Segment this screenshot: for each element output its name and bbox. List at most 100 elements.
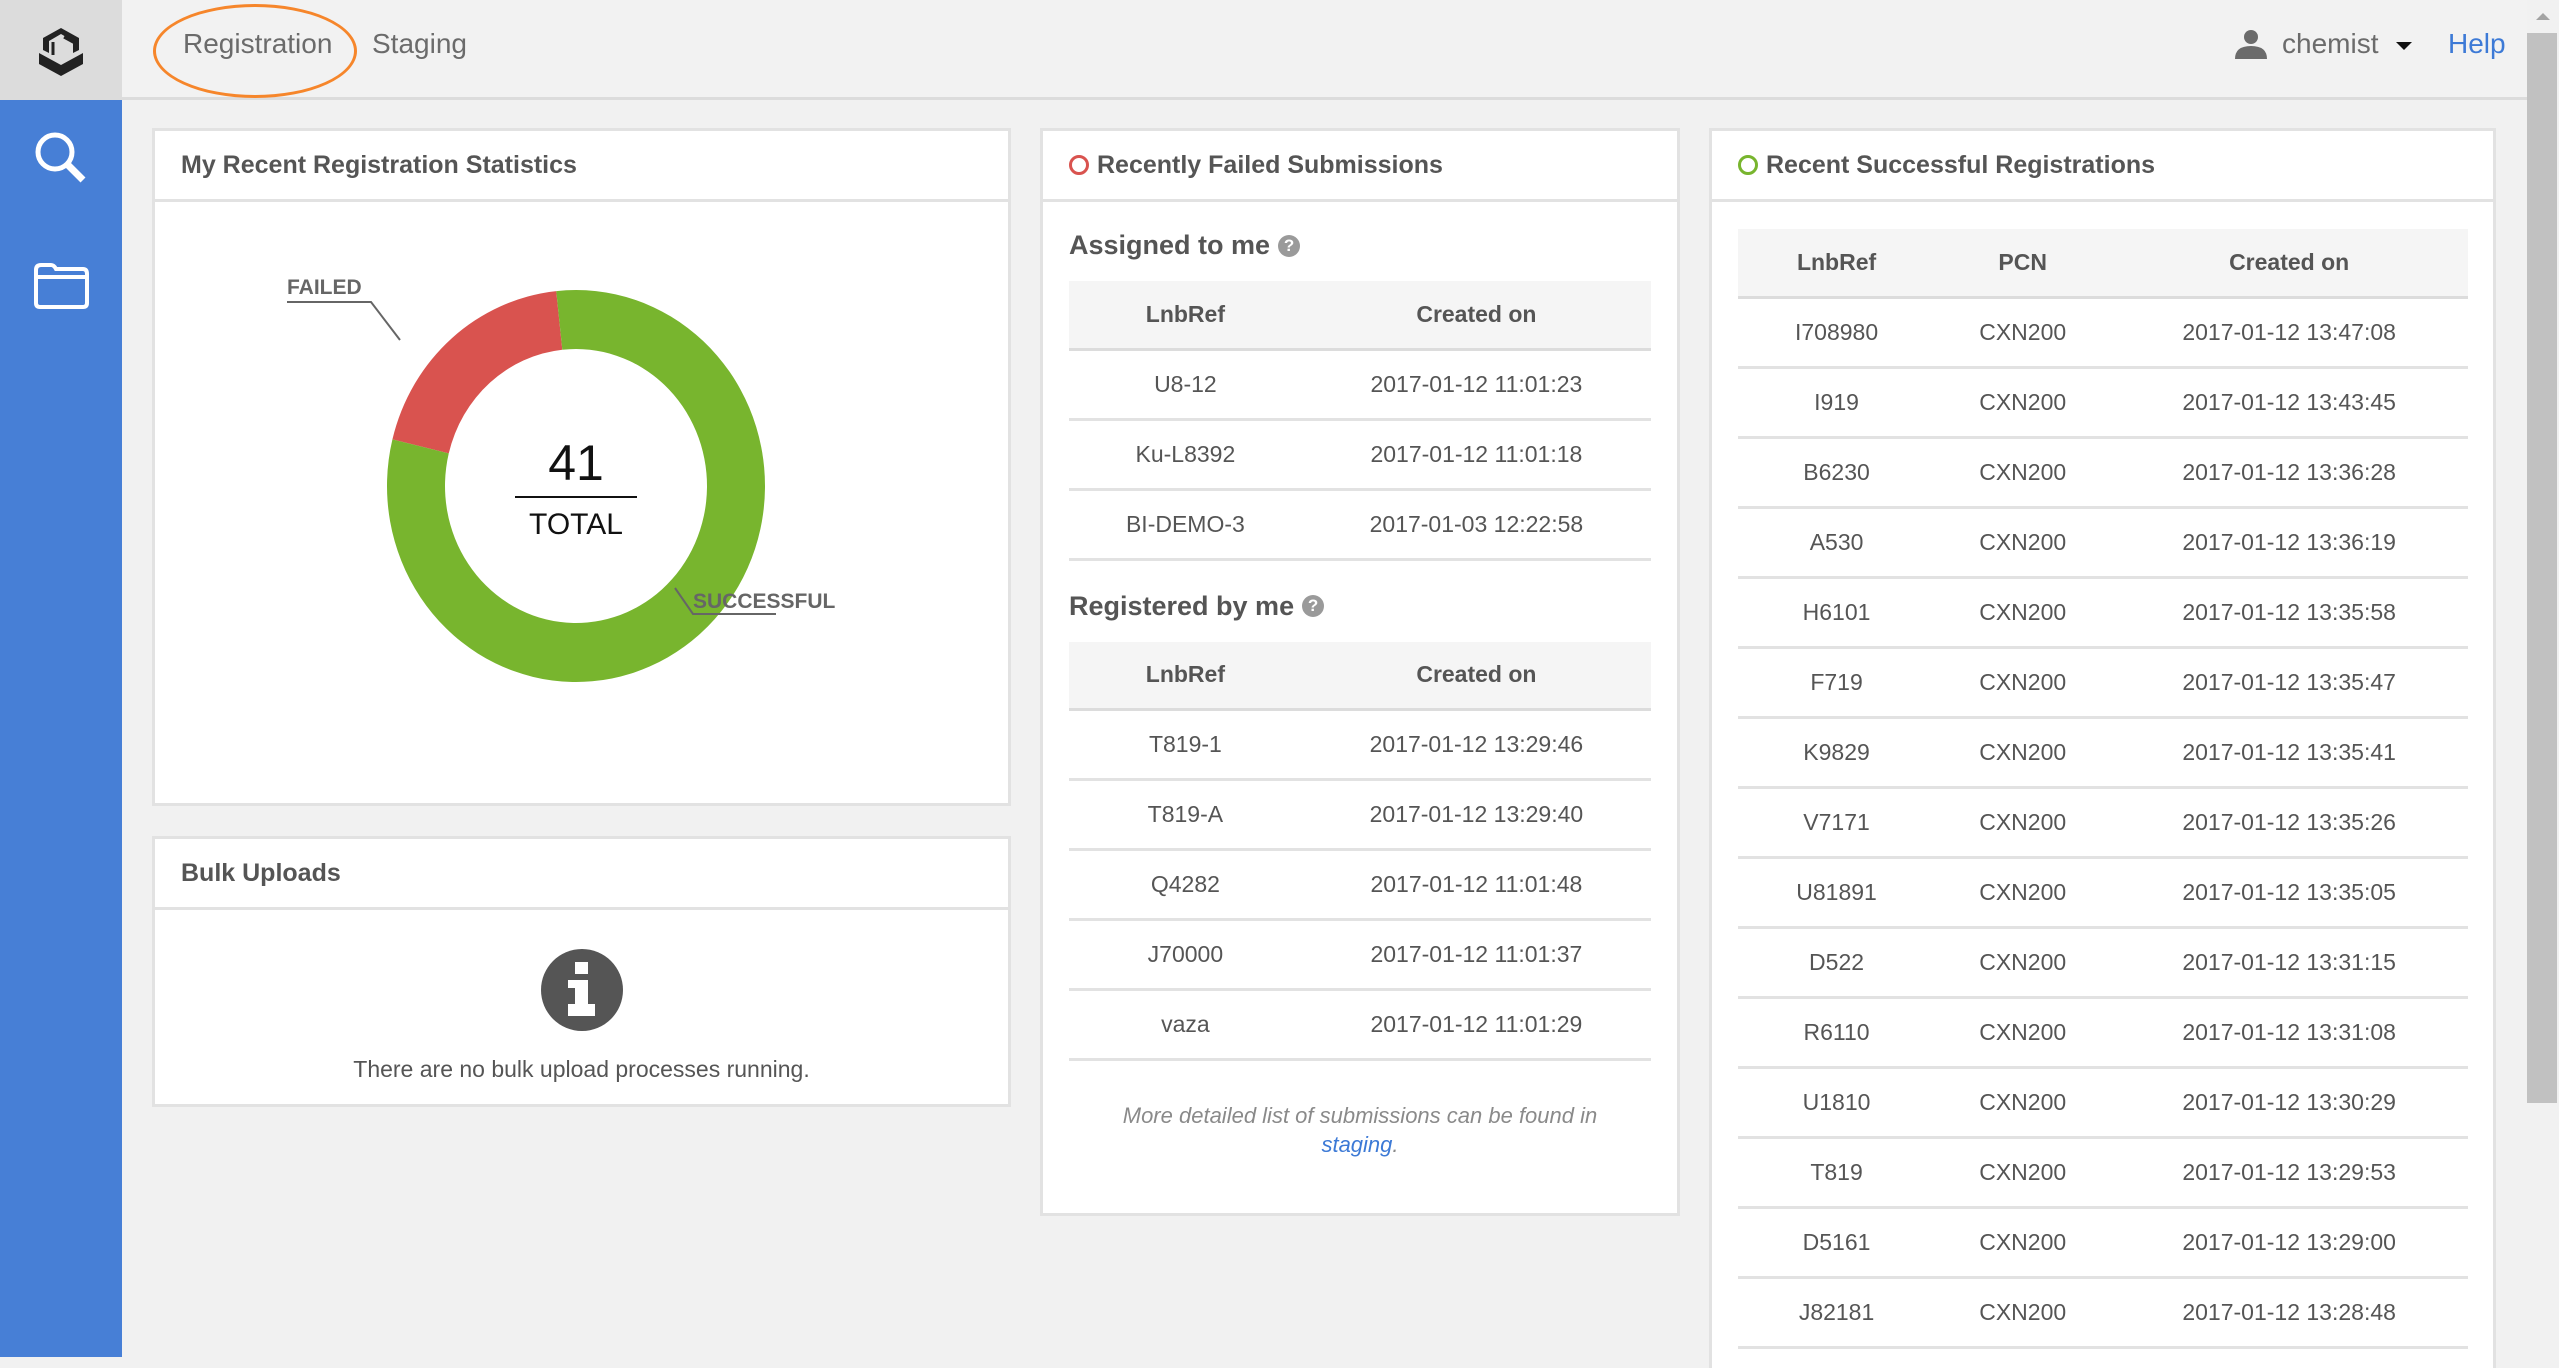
bulk-empty-message: There are no bulk upload processes runni…: [353, 1056, 810, 1082]
table-cell: I708980: [1738, 297, 1936, 369]
table-cell: 2017-01-12 13:35:47: [2110, 647, 2468, 719]
table-row[interactable]: A530 CXN200 2017-01-12 13:36:19: [1738, 507, 2468, 579]
table-row[interactable]: U1810 CXN200 2017-01-12 13:30:29: [1738, 1067, 2468, 1139]
user-menu[interactable]: chemist: [2234, 28, 2413, 60]
table-row[interactable]: K9829 CXN200 2017-01-12 13:35:41: [1738, 717, 2468, 789]
help-link[interactable]: Help: [2448, 28, 2506, 60]
successful-registrations-panel: Recent Successful Registrations LnbRef P…: [1709, 128, 2496, 1368]
table-cell: 2017-01-12 13:28:48: [2110, 1277, 2468, 1349]
table-row[interactable]: D522 CXN200 2017-01-12 13:31:15: [1738, 927, 2468, 999]
table-row[interactable]: U8-12 2017-01-12 11:01:23: [1069, 349, 1651, 421]
failed-label: FAILED: [287, 276, 362, 299]
table-cell: J82181: [1738, 1277, 1936, 1349]
table-cell: 2017-01-12 13:35:26: [2110, 787, 2468, 859]
table-row[interactable]: R6110 CXN200 2017-01-12 13:31:08: [1738, 997, 2468, 1069]
table-row[interactable]: U81891 CXN200 2017-01-12 13:35:05: [1738, 857, 2468, 929]
table-cell: CXN200: [1935, 787, 2111, 859]
bulk-uploads-panel: Bulk Uploads There are no bulk upload pr…: [152, 836, 1011, 1107]
table-cell: 2017-01-12 13:43:45: [2110, 367, 2468, 439]
column-header[interactable]: LnbRef: [1738, 229, 1936, 299]
table-cell: CXN200: [1935, 367, 2111, 439]
help-question-icon[interactable]: ?: [1302, 595, 1325, 617]
table-cell: 2017-01-12 11:01:29: [1301, 989, 1651, 1061]
help-question-icon[interactable]: ?: [1278, 234, 1301, 257]
column-header[interactable]: PCN: [1935, 229, 2111, 299]
table-row[interactable]: I708980 CXN200 2017-01-12 13:47:08: [1738, 297, 2468, 369]
table-cell: CXN200: [1935, 997, 2111, 1069]
failed-status-icon: [1069, 155, 1089, 175]
table-cell: 2017-01-12 13:47:08: [2110, 297, 2468, 369]
table-row[interactable]: V7171 CXN200 2017-01-12 13:35:26: [1738, 787, 2468, 859]
success-table: LnbRef PCN Created on I708980 CXN200 2017-…: [1738, 229, 2468, 1349]
failed-submissions-panel: Recently Failed Submissions Assigned to …: [1040, 128, 1680, 1216]
table-cell: 2017-01-12 11:01:23: [1301, 349, 1651, 421]
table-cell: D522: [1738, 927, 1936, 999]
panel-header: Recent Successful Registrations: [1712, 131, 2493, 202]
table-cell: 2017-01-12 11:01:48: [1301, 849, 1651, 921]
column-header[interactable]: LnbRef: [1069, 641, 1302, 711]
table-cell: 2017-01-12 13:35:58: [2110, 577, 2468, 649]
search-icon: [35, 132, 86, 183]
assigned-heading: Assigned to me ?: [1069, 230, 1677, 261]
table-cell: V7171: [1738, 787, 1936, 859]
column-header[interactable]: LnbRef: [1069, 281, 1302, 351]
column-header[interactable]: Created on: [2110, 229, 2468, 299]
table-cell: H6101: [1738, 577, 1936, 649]
table-cell: J70000: [1069, 919, 1302, 991]
table-cell: CXN200: [1935, 507, 2111, 579]
table-cell: 2017-01-12 13:35:41: [2110, 717, 2468, 789]
registration-stats-panel: My Recent Registration Statistics FAILED…: [152, 128, 1011, 806]
staging-footnote: More detailed list of submissions can be…: [1043, 1101, 1677, 1159]
sidebar-item-search[interactable]: [0, 108, 122, 208]
table-cell: Ku-L8392: [1069, 419, 1302, 491]
table-row[interactable]: B6230 CXN200 2017-01-12 13:36:28: [1738, 437, 2468, 509]
page-scrollbar[interactable]: [2527, 0, 2559, 1357]
table-row[interactable]: I919 CXN200 2017-01-12 13:43:45: [1738, 367, 2468, 439]
table-cell: 2017-01-12 13:30:29: [2110, 1067, 2468, 1139]
total-count: 41: [548, 435, 604, 491]
table-row[interactable]: T819-1 2017-01-12 13:29:46: [1069, 709, 1651, 781]
scroll-up-arrow-icon[interactable]: [2536, 13, 2550, 20]
table-row[interactable]: J70000 2017-01-12 11:01:37: [1069, 919, 1651, 991]
table-cell: 2017-01-12 13:31:15: [2110, 927, 2468, 999]
table-cell: CXN200: [1935, 1207, 2111, 1279]
table-cell: T819-1: [1069, 709, 1302, 781]
total-label: TOTAL: [529, 508, 623, 541]
table-row[interactable]: vaza 2017-01-12 11:01:29: [1069, 989, 1651, 1061]
table-cell: CXN200: [1935, 1067, 2111, 1139]
column-header[interactable]: Created on: [1301, 281, 1651, 351]
footnote-period: .: [1392, 1132, 1399, 1157]
scroll-thumb[interactable]: [2527, 33, 2557, 1103]
hexagon-box-logo-icon: [39, 28, 83, 76]
footnote-text: More detailed list of submissions can be…: [1122, 1103, 1598, 1128]
sidebar-item-folder[interactable]: [0, 236, 122, 336]
table-cell: CXN200: [1935, 857, 2111, 929]
table-row[interactable]: Ku-L8392 2017-01-12 11:01:18: [1069, 419, 1651, 491]
column-header[interactable]: Created on: [1301, 641, 1651, 711]
table-cell: CXN200: [1935, 297, 2111, 369]
table-row[interactable]: T819 CXN200 2017-01-12 13:29:53: [1738, 1137, 2468, 1209]
table-cell: CXN200: [1935, 577, 2111, 649]
table-cell: CXN200: [1935, 1137, 2111, 1209]
top-navbar: Registration Staging chemist Help: [0, 0, 2527, 100]
table-row[interactable]: BI-DEMO-3 2017-01-03 12:22:58: [1069, 489, 1651, 561]
table-row[interactable]: J82181 CXN200 2017-01-12 13:28:48: [1738, 1277, 2468, 1349]
table-row[interactable]: F719 CXN200 2017-01-12 13:35:47: [1738, 647, 2468, 719]
donut-slice-failed[interactable]: [392, 291, 563, 454]
table-cell: 2017-01-12 13:35:05: [2110, 857, 2468, 929]
table-cell: 2017-01-12 13:29:53: [2110, 1137, 2468, 1209]
staging-link[interactable]: staging: [1321, 1132, 1392, 1157]
table-row[interactable]: T819-A 2017-01-12 13:29:40: [1069, 779, 1651, 851]
donut-chart: FAILED SUCCESSFUL 41 TOTAL: [155, 202, 1008, 803]
table-row[interactable]: D5161 CXN200 2017-01-12 13:29:00: [1738, 1207, 2468, 1279]
tab-registration[interactable]: Registration: [183, 28, 332, 60]
table-cell: CXN200: [1935, 1277, 2111, 1349]
table-row[interactable]: Q4282 2017-01-12 11:01:48: [1069, 849, 1651, 921]
table-cell: A530: [1738, 507, 1936, 579]
table-cell: vaza: [1069, 989, 1302, 1061]
registered-heading: Registered by me ?: [1069, 591, 1677, 622]
table-cell: B6230: [1738, 437, 1936, 509]
tab-staging[interactable]: Staging: [372, 28, 467, 60]
table-row[interactable]: H6101 CXN200 2017-01-12 13:35:58: [1738, 577, 2468, 649]
app-logo[interactable]: [0, 0, 122, 100]
